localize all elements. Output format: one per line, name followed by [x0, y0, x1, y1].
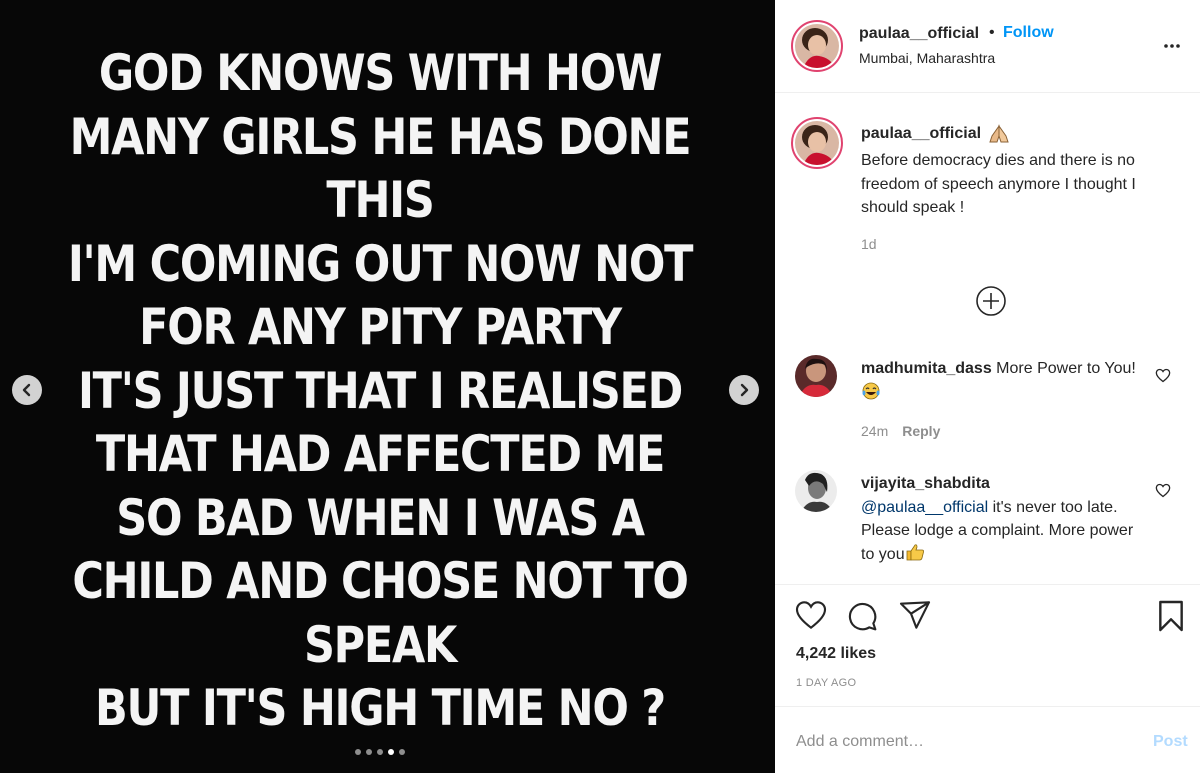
avatar[interactable]	[791, 20, 843, 72]
chevron-right-icon	[740, 383, 749, 397]
comment-body: madhumita_dass More Power to You!	[861, 357, 1136, 404]
caption-timestamp[interactable]: 1d	[861, 236, 877, 252]
profile-photo	[795, 121, 839, 165]
carousel-dot	[399, 749, 405, 755]
plus-circle-icon	[976, 286, 1006, 316]
mention-link[interactable]: @paulaa__official	[861, 499, 988, 516]
carousel-dot-active	[388, 749, 394, 755]
caption-username[interactable]: paulaa__official	[861, 125, 981, 143]
bookmark-icon	[1159, 600, 1183, 632]
share-button[interactable]	[899, 600, 931, 635]
load-more-comments-button[interactable]	[975, 285, 1007, 322]
like-button[interactable]	[795, 600, 827, 635]
comment-text: More Power to You!	[996, 360, 1136, 377]
story-line: SPEAK	[303, 615, 457, 674]
save-button[interactable]	[1157, 600, 1185, 637]
avatar[interactable]	[795, 470, 837, 512]
carousel-dot	[366, 749, 372, 755]
avatar[interactable]	[795, 355, 837, 397]
header-username[interactable]: paulaa__official	[859, 25, 979, 43]
comment-button[interactable]	[846, 600, 878, 637]
add-comment-bar: Post	[775, 706, 1200, 773]
story-line: SO BAD WHEN I WAS A	[116, 488, 645, 547]
previous-slide-button[interactable]	[12, 375, 42, 405]
like-comment-button[interactable]	[1155, 483, 1171, 503]
comment-body: vijayita_shabdita @paulaa__official it's…	[861, 472, 1136, 566]
comment-timestamp[interactable]: 24m	[861, 423, 888, 439]
separator-dot: •	[989, 24, 995, 41]
heart-icon	[1155, 368, 1171, 383]
like-comment-button[interactable]	[1155, 368, 1171, 388]
post-media: GOD KNOWS WITH HOW MANY GIRLS HE HAS DON…	[0, 0, 775, 773]
story-line: BUT IT'S HIGH TIME NO ?	[95, 679, 666, 737]
post-actions: 4,242 likes 1 DAY AGO	[775, 584, 1200, 706]
heart-icon	[795, 601, 827, 630]
avatar[interactable]	[791, 117, 843, 169]
laughing-emoji-icon	[862, 382, 880, 399]
story-text: GOD KNOWS WITH HOW MANY GIRLS HE HAS DON…	[53, 42, 707, 741]
story-line: IT'S JUST THAT I REALISED	[77, 361, 683, 420]
thumbs-up-icon	[906, 543, 924, 560]
carousel-dot	[377, 749, 383, 755]
chevron-left-icon	[22, 383, 31, 397]
paper-plane-icon	[899, 601, 931, 629]
story-line: FOR ANY PITY PARTY	[139, 298, 622, 356]
story-line: THIS	[326, 171, 434, 229]
story-line: CHILD AND CHOSE NOT TO	[72, 552, 689, 610]
story-line: MANY GIRLS HE HAS DONE	[69, 107, 692, 166]
story-line: GOD KNOWS WITH HOW	[98, 44, 663, 102]
story-line: I'M COMING OUT NOW NOT	[67, 234, 694, 293]
comment-meta: 24m Reply	[861, 423, 940, 439]
reply-button[interactable]: Reply	[902, 423, 940, 439]
profile-photo	[795, 24, 839, 68]
post-sidebar: paulaa__official • Follow Mumbai, Mahara…	[775, 0, 1200, 773]
carousel-dot	[355, 749, 361, 755]
folded-hands-icon	[989, 124, 1009, 143]
likes-count[interactable]: 4,242 likes	[796, 645, 876, 663]
comment-username[interactable]: madhumita_dass	[861, 360, 992, 377]
comment-icon	[848, 602, 877, 631]
heart-icon	[1155, 483, 1171, 498]
post-location[interactable]: Mumbai, Maharashtra	[859, 50, 995, 66]
post-timestamp[interactable]: 1 DAY AGO	[796, 677, 856, 689]
ellipsis-icon	[1164, 44, 1180, 48]
caption-text: Before democracy dies and there is no fr…	[861, 152, 1136, 216]
more-options-button[interactable]	[1163, 36, 1181, 54]
comment-input[interactable]	[796, 729, 1126, 755]
carousel-indicator	[355, 749, 405, 755]
comment-username[interactable]: vijayita_shabdita	[861, 472, 1136, 496]
story-line: THAT HAD AFFECTED ME	[95, 425, 665, 483]
post-header: paulaa__official • Follow Mumbai, Mahara…	[775, 0, 1200, 93]
follow-button[interactable]: Follow	[1003, 24, 1054, 42]
next-slide-button[interactable]	[729, 375, 759, 405]
post-comment-button[interactable]: Post	[1153, 733, 1188, 751]
